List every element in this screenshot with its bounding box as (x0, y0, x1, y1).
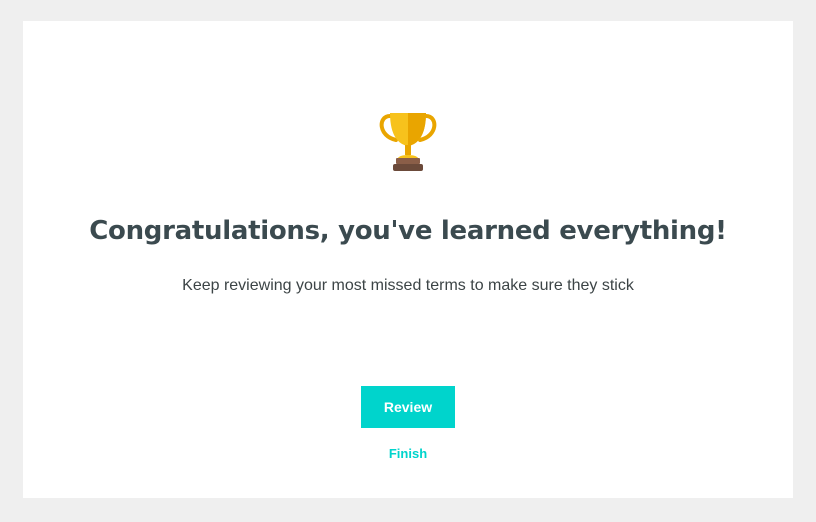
completion-card: Congratulations, you've learned everythi… (23, 21, 793, 498)
subtitle-text: Keep reviewing your most missed terms to… (182, 277, 634, 294)
page-title: Congratulations, you've learned everythi… (89, 216, 727, 246)
trophy-icon (379, 113, 437, 171)
finish-link[interactable]: Finish (358, 444, 458, 464)
review-button[interactable]: Review (361, 386, 455, 428)
